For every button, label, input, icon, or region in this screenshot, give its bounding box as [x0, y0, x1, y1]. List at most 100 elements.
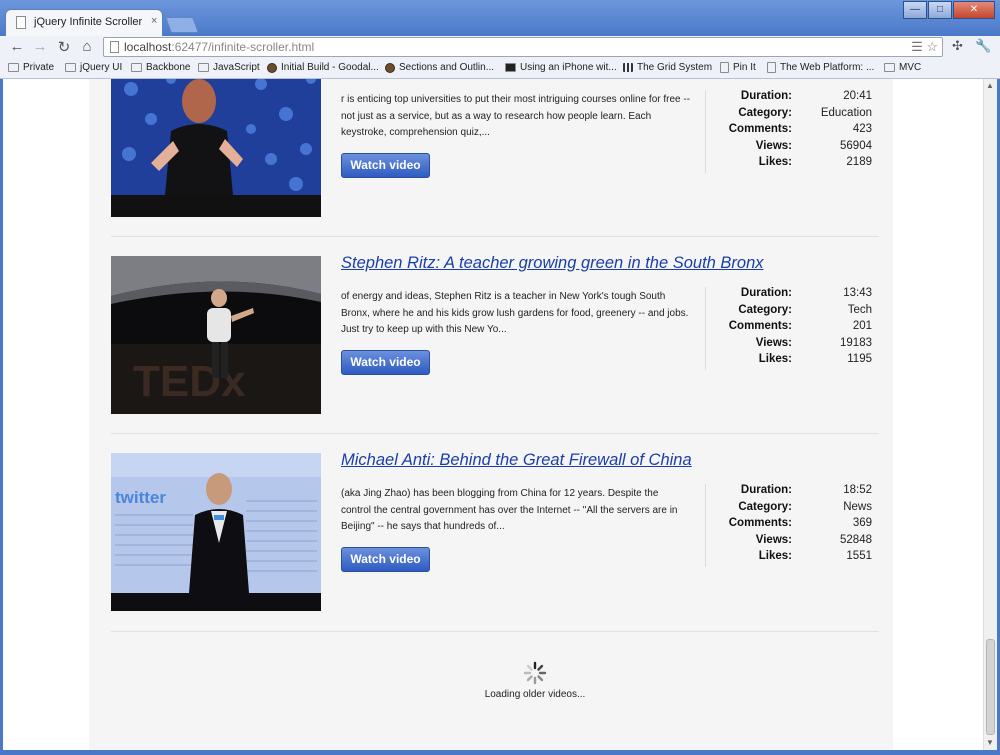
- views-label: Views:: [755, 533, 792, 546]
- wrench-icon[interactable]: 🔧: [975, 38, 991, 54]
- page-viewport: r is enticing top universities to put th…: [3, 79, 983, 750]
- video-thumbnail[interactable]: twitter: [111, 453, 321, 611]
- forward-icon[interactable]: →: [31, 38, 49, 55]
- video-description: r is enticing top universities to put th…: [341, 94, 691, 138]
- views-label: Views:: [755, 336, 792, 349]
- tab-jquery-infinite-scroller[interactable]: jQuery Infinite Scroller ×: [5, 9, 163, 36]
- folder-icon: [198, 63, 209, 72]
- scroll-up-icon[interactable]: ▲: [986, 81, 994, 90]
- vertical-scrollbar[interactable]: ▲ ▼: [983, 79, 997, 750]
- video-list: r is enticing top universities to put th…: [89, 79, 893, 750]
- comments-value: 369: [852, 517, 872, 529]
- bookmark-backbone[interactable]: Backbone: [131, 62, 190, 73]
- bookmark-pin-it[interactable]: Pin It: [720, 62, 756, 73]
- category-label: Category:: [738, 106, 792, 119]
- video-stats: Duration: 20:41 Category: Education Commen…: [705, 90, 880, 173]
- bookmark-initial-build[interactable]: Initial Build - Goodal...: [267, 62, 379, 73]
- grid-icon: [623, 63, 633, 72]
- duration-label: Duration:: [740, 90, 792, 102]
- likes-label: Likes:: [758, 550, 792, 562]
- video-description: (aka Jing Zhao) has been blogging from C…: [341, 488, 678, 532]
- back-icon[interactable]: ←: [8, 38, 26, 55]
- bookmark-javascript[interactable]: JavaScript: [198, 62, 260, 73]
- video-description: of energy and ideas, Stephen Ritz is a t…: [341, 291, 689, 335]
- video-title-link[interactable]: Michael Anti: Behind the Great Firewall …: [341, 451, 692, 470]
- comments-label: Comments:: [728, 123, 792, 135]
- duration-value: 18:52: [843, 484, 872, 496]
- phone-icon: [505, 63, 516, 72]
- globe-icon: [267, 62, 277, 73]
- bookmark-web-platform[interactable]: The Web Platform: ...: [767, 62, 874, 73]
- title-bar: jQuery Infinite Scroller × — □ ✕: [0, 0, 1000, 36]
- category-value: Tech: [847, 303, 872, 316]
- views-value: 19183: [840, 336, 872, 349]
- new-tab-button[interactable]: [165, 17, 199, 33]
- url-text: localhost:62477/infinite-scroller.html: [124, 40, 315, 54]
- maximize-button[interactable]: □: [928, 1, 952, 19]
- scrollbar-thumb[interactable]: [986, 639, 995, 735]
- likes-value: 1551: [846, 550, 872, 562]
- divider: [111, 631, 879, 632]
- reload-icon[interactable]: ↻: [55, 38, 73, 56]
- bookmark-jquery-ui[interactable]: jQuery UI: [65, 62, 122, 73]
- comments-value: 423: [852, 123, 872, 135]
- browser-toolbar: ← → ↻ ⌂ localhost:62477/infinite-scrolle…: [0, 36, 1000, 59]
- category-value: Education: [820, 106, 872, 119]
- loading-text: Loading older videos...: [484, 689, 586, 700]
- video-stats: Duration: 18:52 Category: News Comments: 36…: [705, 484, 880, 567]
- video-thumbnail[interactable]: TEDx: [111, 256, 321, 414]
- comments-value: 201: [852, 320, 872, 332]
- likes-value: 1195: [847, 353, 872, 365]
- twitter-backdrop-text: twitter: [115, 488, 166, 507]
- bookmark-private[interactable]: Private: [8, 62, 54, 73]
- category-label: Category:: [738, 500, 792, 513]
- divider: [111, 236, 879, 237]
- bookmark-grid-system[interactable]: The Grid System: [623, 62, 712, 73]
- category-value: News: [843, 500, 872, 513]
- video-thumbnail[interactable]: [111, 79, 321, 217]
- tab-title: jQuery Infinite Scroller: [34, 16, 143, 28]
- folder-icon: [65, 63, 76, 72]
- folder-icon: [884, 63, 895, 72]
- comments-label: Comments:: [728, 320, 792, 332]
- video-stats: Duration: 13:43 Category: Tech Comments: 20…: [705, 287, 880, 370]
- video-title-link[interactable]: Stephen Ritz: A teacher growing green in…: [341, 254, 764, 273]
- bookmark-mvc[interactable]: MVC: [884, 62, 921, 73]
- page-icon: [16, 16, 26, 29]
- folder-icon: [8, 63, 19, 72]
- views-value: 52848: [840, 533, 872, 546]
- close-window-button[interactable]: ✕: [953, 1, 995, 19]
- category-label: Category:: [738, 303, 792, 316]
- likes-value: 2189: [846, 156, 872, 168]
- likes-label: Likes:: [758, 156, 792, 168]
- watch-video-button[interactable]: Watch video: [341, 153, 430, 178]
- duration-label: Duration:: [740, 287, 792, 299]
- minimize-button[interactable]: —: [903, 1, 927, 19]
- views-value: 56904: [840, 139, 872, 152]
- bookmark-iphone[interactable]: Using an iPhone wit...: [505, 62, 617, 73]
- page-icon: [767, 62, 776, 73]
- tab-close-icon[interactable]: ×: [151, 15, 157, 27]
- comments-label: Comments:: [728, 517, 792, 529]
- likes-label: Likes:: [758, 353, 792, 365]
- home-icon[interactable]: ⌂: [78, 38, 96, 55]
- page-icon: [110, 41, 119, 53]
- bookmarks-bar: Private jQuery UI Backbone JavaScript In…: [0, 59, 1000, 79]
- window-frame-bottom: [0, 750, 1000, 755]
- scroll-down-icon[interactable]: ▼: [986, 738, 994, 747]
- duration-value: 20:41: [843, 90, 872, 102]
- spinner-icon: [523, 661, 547, 685]
- tedx-stage-text: TEDx: [133, 357, 246, 406]
- views-label: Views:: [755, 139, 792, 152]
- address-bar[interactable]: localhost:62477/infinite-scroller.html ☰…: [103, 37, 943, 57]
- folder-icon: [131, 63, 142, 72]
- extension-icon[interactable]: ✣: [952, 38, 963, 54]
- bookmark-star-icon[interactable]: ☰ ☆: [911, 39, 938, 55]
- window-controls: — □ ✕: [902, 1, 995, 19]
- watch-video-button[interactable]: Watch video: [341, 350, 430, 375]
- browser-window: jQuery Infinite Scroller × — □ ✕ ← → ↻ ⌂…: [0, 0, 1000, 755]
- divider: [111, 433, 879, 434]
- watch-video-button[interactable]: Watch video: [341, 547, 430, 572]
- bookmark-sections[interactable]: Sections and Outlin...: [385, 62, 494, 73]
- duration-value: 13:43: [843, 287, 872, 299]
